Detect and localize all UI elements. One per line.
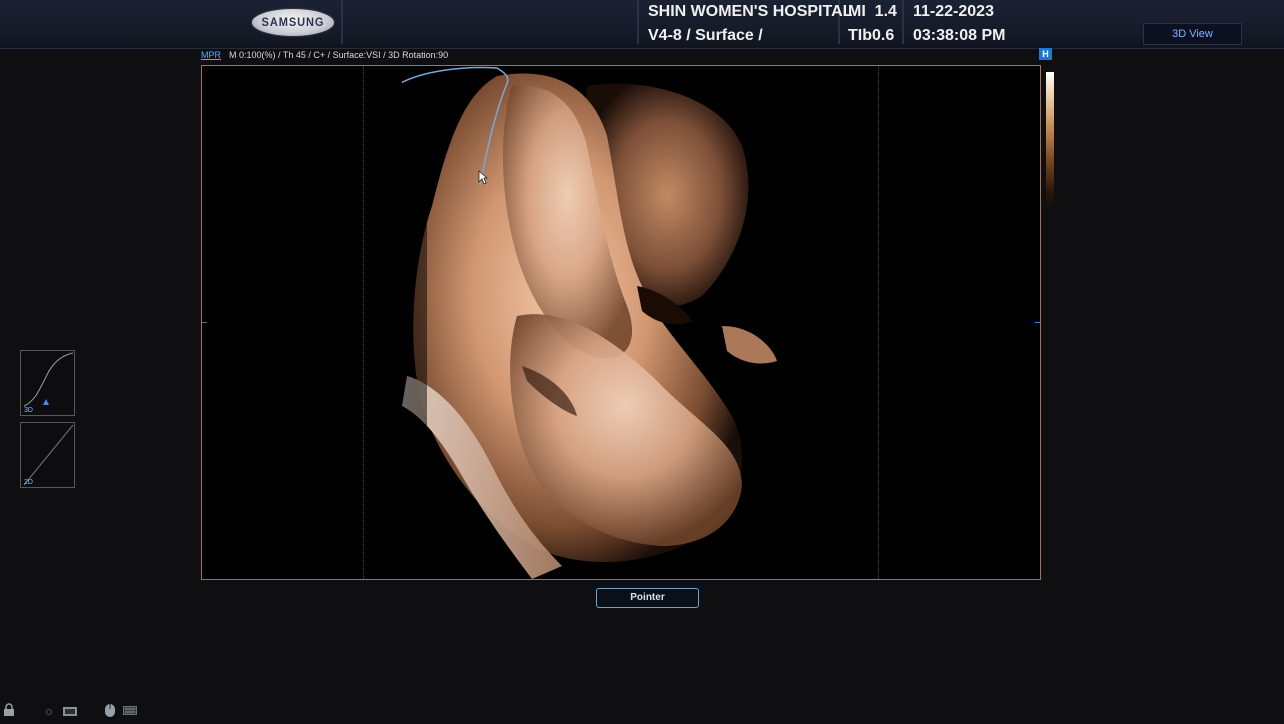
header-divider [902,0,904,44]
lock-icon[interactable] [3,703,15,717]
header-divider [637,0,639,44]
color-map-bar [1046,72,1054,207]
tib-value: TIb0.6 [848,27,895,44]
keyboard-icon[interactable] [123,706,137,715]
probe-preset: V4-8 / Surface / [648,27,763,44]
mpr-mode-link[interactable]: MPR [201,50,221,60]
h-icon[interactable]: H [1039,48,1052,60]
mouse-icon[interactable] [104,703,116,718]
header-divider [341,0,343,44]
mi-value: MI 1.4 [848,3,897,20]
pointer-button[interactable]: Pointer [596,588,699,608]
hospital-name: SHIN WOMEN'S HOSPITAL [648,3,853,20]
fetal-face-image [402,66,777,579]
roi-boundary-right [878,66,879,579]
curve-2d-label: 2D [24,479,33,486]
render-params: M 0:100(%) / Th 45 / C+ / Surface:VSI / … [229,50,449,60]
top-header: SAMSUNG SHIN WOMEN'S HOSPITAL V4-8 / Sur… [0,0,1284,49]
center-tick-left [202,322,207,323]
center-tick-right [1035,322,1040,323]
3d-view-button[interactable]: 3D View [1143,23,1242,45]
curve-2d-graph [23,424,74,486]
pointer-cursor-icon [478,170,488,185]
roi-boundary-left [363,66,364,579]
curve-2d-panel[interactable]: 2D [20,422,75,488]
curve-3d-panel[interactable]: 3D [20,350,75,416]
samsung-logo: SAMSUNG [252,9,334,36]
curve-3d-graph [23,352,74,407]
exam-date: 11-22-2023 [913,3,994,20]
curve-3d-label: 3D [24,407,33,414]
fetal-surface-render [402,66,782,579]
mpr-info-bar: MPR M 0:100(%) / Th 45 / C+ / Surface:VSI… [201,50,448,60]
curve-handle-icon [43,399,49,405]
exam-time: 03:38:08 PM [913,27,1006,44]
brand-text: SAMSUNG [261,15,325,29]
3d-render-viewport[interactable] [201,65,1041,580]
monitor-icon[interactable] [45,705,80,717]
